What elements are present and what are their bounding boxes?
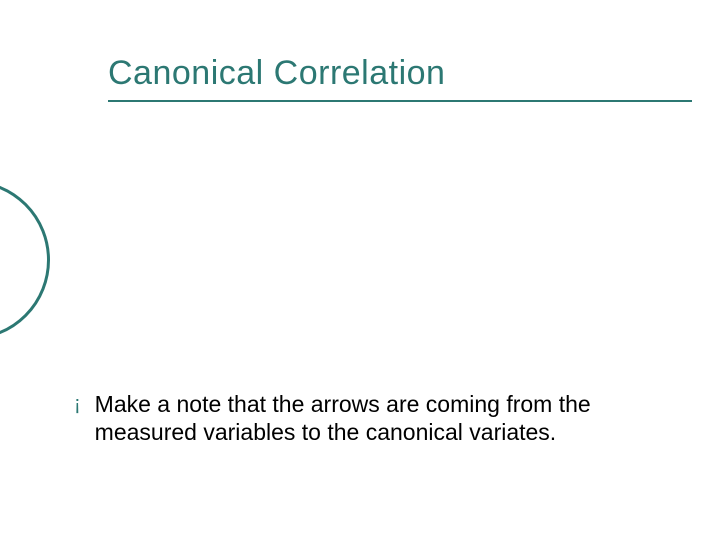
title-area: Canonical Correlation bbox=[108, 54, 680, 101]
bullet-list: ¡ Make a note that the arrows are coming… bbox=[74, 390, 688, 446]
bullet-marker-icon: ¡ bbox=[74, 390, 81, 418]
list-item: ¡ Make a note that the arrows are coming… bbox=[74, 390, 688, 446]
decorative-circle-icon bbox=[0, 180, 50, 340]
title-underline bbox=[108, 100, 692, 102]
bullet-text: Make a note that the arrows are coming f… bbox=[95, 390, 688, 446]
slide: Canonical Correlation ¡ Make a note that… bbox=[0, 0, 720, 540]
slide-title: Canonical Correlation bbox=[108, 54, 680, 101]
